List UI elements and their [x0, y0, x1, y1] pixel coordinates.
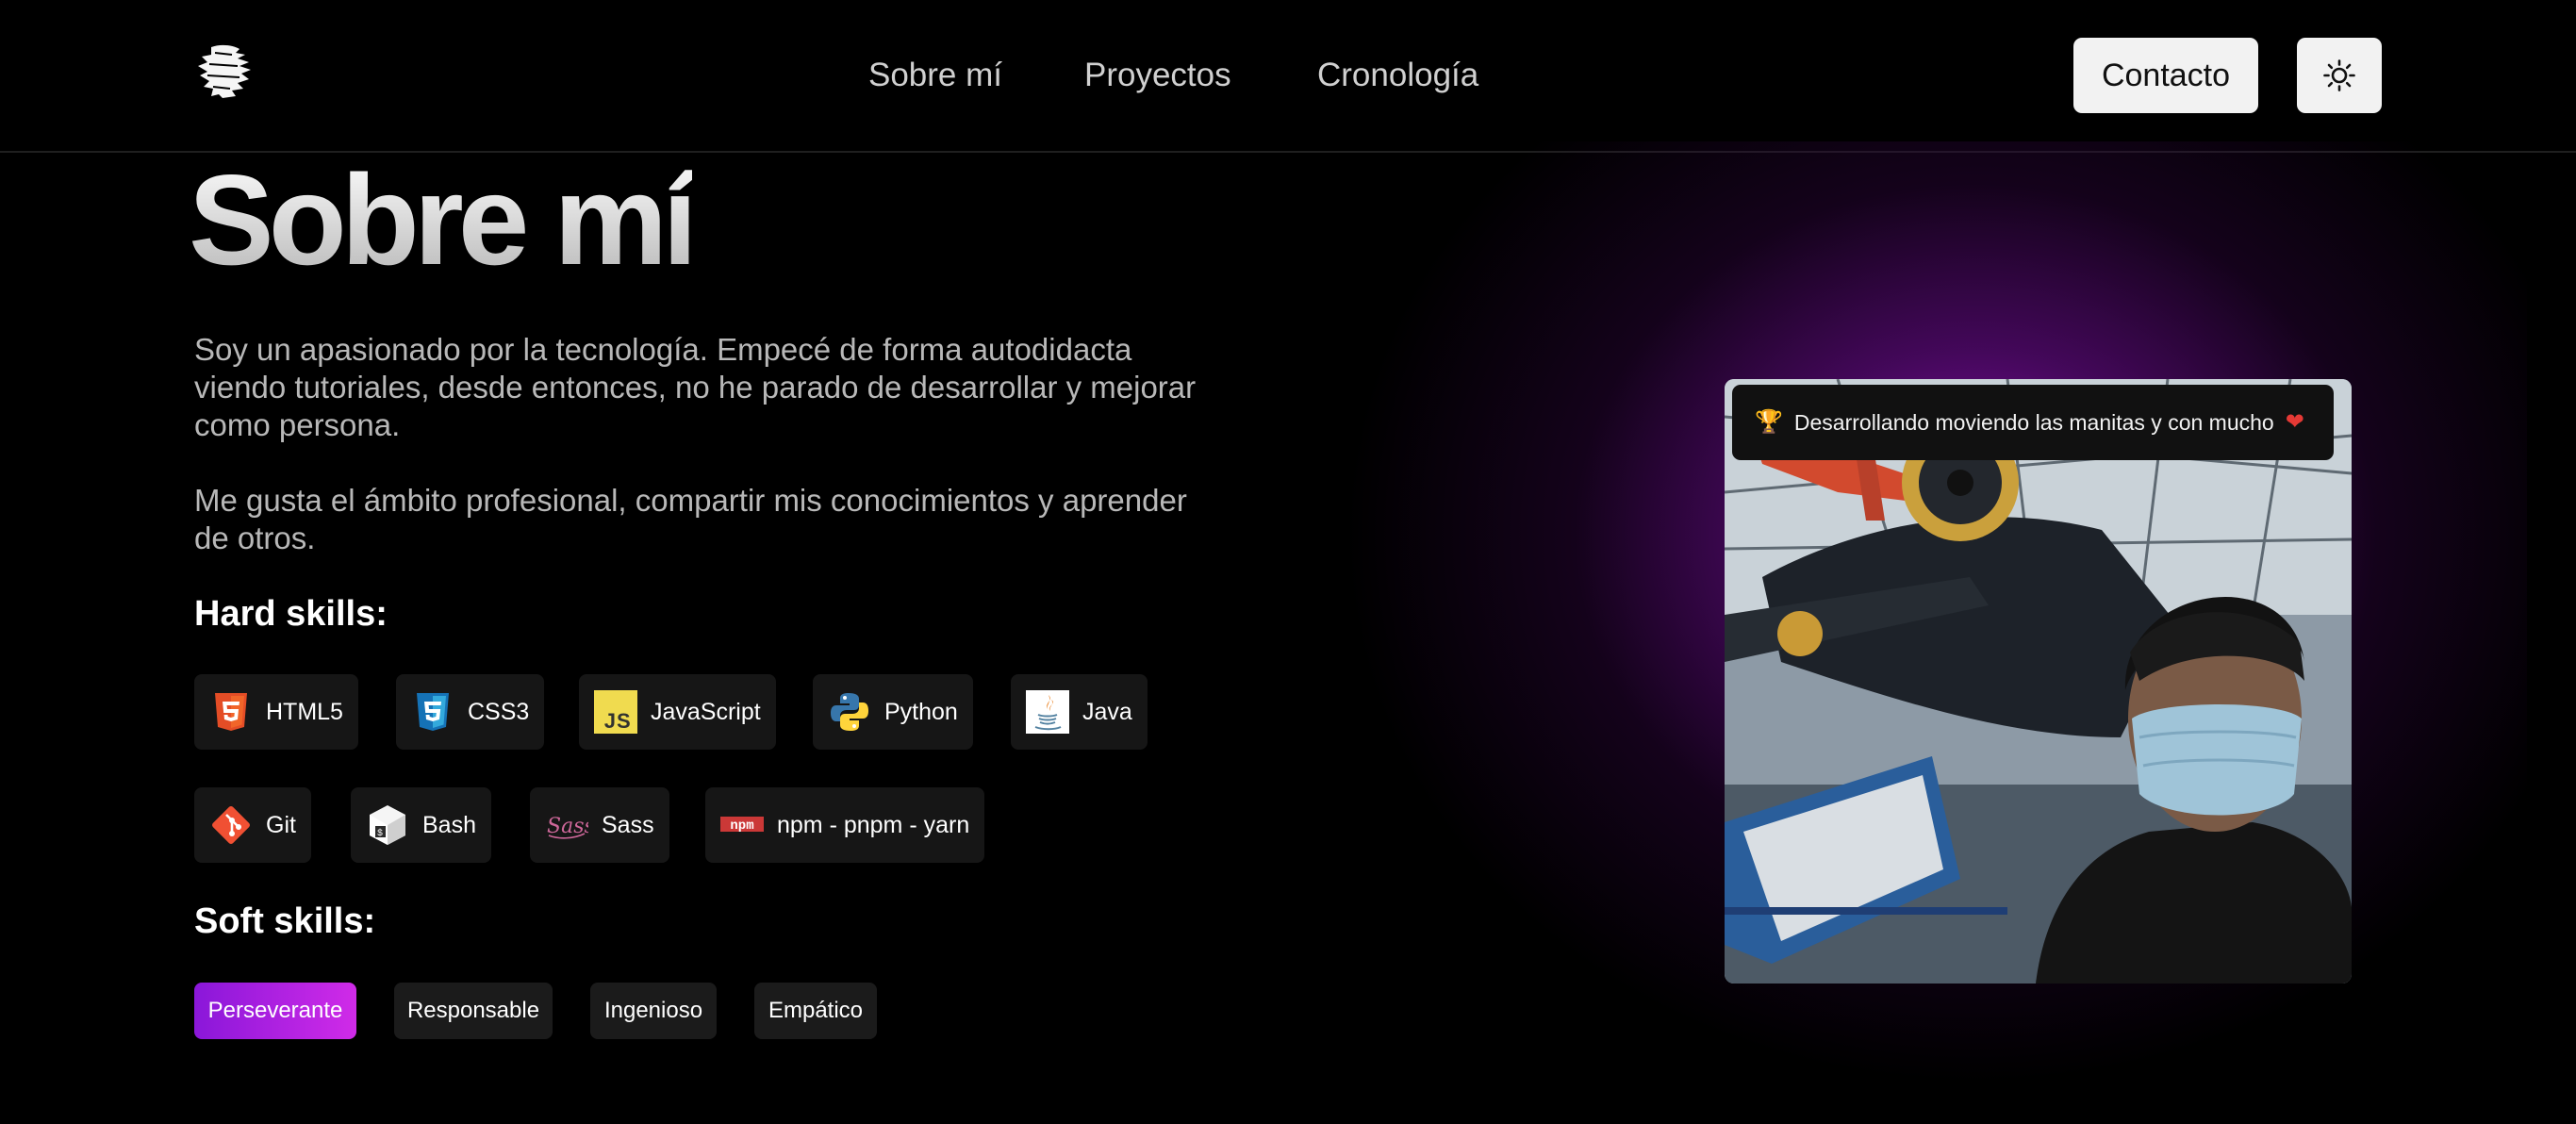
skill-label: Sass [602, 811, 654, 838]
skill-label: Python [884, 698, 958, 725]
about-paragraph-2: Me gusta el ámbito profesional, comparti… [194, 483, 1187, 555]
soft-skill-tag-perseverante: Perseverante [194, 983, 356, 1039]
photo-image [1725, 379, 2352, 984]
nav-link-sobre-mi[interactable]: Sobre mí [868, 55, 1002, 96]
soft-skills-heading: Soft skills: [194, 901, 376, 941]
sass-icon: Sass [547, 815, 588, 839]
page-title: Sobre mí [189, 148, 698, 291]
skill-chip-git: Git [194, 787, 311, 863]
svg-text:$: $ [377, 828, 383, 839]
css3-icon [417, 693, 449, 731]
skill-label: npm - pnpm - yarn [777, 811, 970, 838]
skill-label: Java [1082, 698, 1132, 725]
skill-chip-java: Java [1011, 674, 1148, 750]
java-icon [1026, 690, 1069, 734]
skill-chip-javascript: J S JavaScript [579, 674, 776, 750]
trophy-icon: 🏆 [1755, 409, 1783, 435]
photo-caption: 🏆 Desarrollando moviendo las manitas y c… [1732, 385, 2334, 460]
hard-skills-heading: Hard skills: [194, 594, 388, 634]
soft-skill-tag-ingenioso: Ingenioso [590, 983, 717, 1039]
python-icon [831, 693, 868, 731]
skill-chip-css3: CSS3 [396, 674, 545, 750]
skill-chip-npm: npm npm - pnpm - yarn [705, 787, 985, 863]
skill-label: HTML5 [266, 698, 343, 725]
about-paragraph-1: Soy un apasionado por la tecnología. Emp… [194, 332, 1197, 442]
heart-icon: ❤ [2285, 409, 2304, 435]
theme-toggle-button[interactable] [2297, 38, 2382, 113]
skill-chip-html5: HTML5 [194, 674, 358, 750]
top-navbar: Sobre mí Proyectos Cronología Contacto [0, 0, 2576, 153]
profile-photo [1725, 379, 2352, 984]
soft-skill-tag-responsable: Responsable [394, 983, 553, 1039]
photo-caption-text: Desarrollando moviendo las manitas y con… [1793, 409, 2274, 435]
skill-chip-python: Python [813, 674, 973, 750]
nav-link-cronologia[interactable]: Cronología [1317, 55, 1478, 96]
soft-skill-tag-empatico: Empático [754, 983, 877, 1039]
npm-icon: npm [720, 817, 764, 834]
contact-button[interactable]: Contacto [2073, 38, 2258, 113]
svg-text:npm: npm [730, 818, 753, 834]
skill-chip-bash: $ Bash [351, 787, 491, 863]
html5-icon [215, 693, 247, 731]
sun-icon [2323, 59, 2355, 91]
git-icon [212, 806, 250, 844]
skill-label: Bash [422, 811, 476, 838]
skill-label: CSS3 [468, 698, 530, 725]
nav-link-proyectos[interactable]: Proyectos [1084, 55, 1231, 96]
skill-chip-sass: Sass Sass [530, 787, 669, 863]
skill-label: Git [266, 811, 296, 838]
svg-text:S: S [617, 709, 631, 733]
skill-label: JavaScript [651, 698, 761, 725]
bash-icon: $ [370, 805, 405, 845]
javascript-icon: J S [594, 690, 637, 734]
svg-text:J: J [604, 709, 616, 733]
